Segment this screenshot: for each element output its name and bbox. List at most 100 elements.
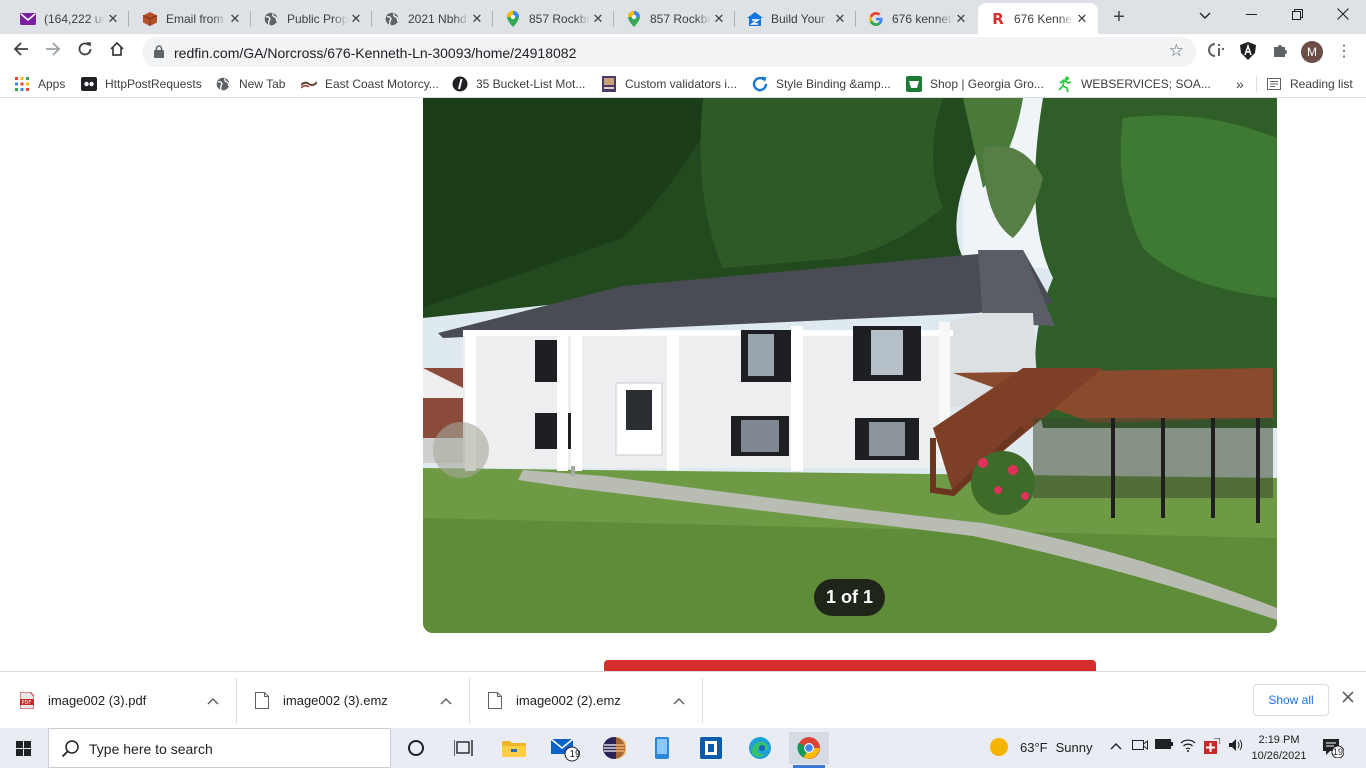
show-hidden-icons-chevron[interactable] [1106,738,1126,753]
bookmarks-overflow-chevron[interactable]: » [1236,75,1244,93]
url-text[interactable]: redfin.com/GA/Norcross/676-Kenneth-Ln-30… [174,45,576,61]
reading-list-button[interactable]: Reading list [1266,75,1353,93]
notification-center-icon[interactable]: 19 [1322,738,1346,760]
home-icon[interactable] [104,39,130,65]
start-button[interactable] [0,728,48,768]
tab-email[interactable]: Email from ✕ [130,3,251,34]
phone-app-icon[interactable] [642,732,682,764]
contact-agent-button[interactable] [604,660,1096,671]
google-icon [868,11,884,27]
close-icon[interactable]: ✕ [953,11,969,27]
windows-logo-icon [16,741,31,756]
meet-now-icon[interactable] [1130,738,1150,755]
mail-badge: 19 [569,749,581,760]
file-explorer-icon[interactable] [494,732,534,764]
pdf-file-icon: PDF [19,691,35,710]
battery-icon[interactable] [1154,738,1174,753]
tab-zillow[interactable]: Build Your ✕ [735,3,856,34]
download-item[interactable]: PDF image002 (3).pdf [0,678,237,723]
tab-public-property[interactable]: Public Property ✕ [251,3,372,34]
mail-app-icon[interactable]: 19 [544,732,584,764]
bookmark-new-tab[interactable]: New Tab [215,75,285,93]
house-photo-image [423,98,1277,633]
tab-strip: (164,222 unread) ✕ Email from ✕ Public P… [0,0,1366,34]
weather-widget[interactable]: 63°F Sunny [990,738,1092,756]
volume-icon[interactable] [1226,738,1246,755]
bookmark-35-bucket-list[interactable]: 35 Bucket-List Mot... [452,75,585,93]
cortana-icon[interactable] [396,732,436,764]
redfin-icon: R [992,9,1004,28]
listing-photo[interactable]: 1 of 1 [423,98,1277,633]
close-icon[interactable]: ✕ [348,11,364,27]
tab-nbhd[interactable]: 2021 Nbhd ✕ [372,3,493,34]
bookmark-east-coast-motorcycle[interactable]: East Coast Motorcy... [301,75,439,93]
bookmark-custom-validators[interactable]: Custom validators i... [601,75,737,93]
tab-gmail[interactable]: (164,222 unread) ✕ [8,3,129,34]
chevron-up-icon[interactable] [672,694,686,708]
chevron-up-icon[interactable] [206,694,220,708]
close-icon[interactable]: ✕ [469,11,485,27]
new-tab-button[interactable]: + [1108,6,1130,28]
chrome-icon[interactable] [789,732,829,768]
task-view-icon[interactable] [444,732,484,764]
http-icon [81,76,97,92]
minimize-icon[interactable] [1228,0,1274,32]
close-icon[interactable]: ✕ [227,11,243,27]
maps-pin-icon [505,10,521,27]
chrome-menu-icon[interactable]: ⋮ [1334,42,1354,62]
bookmark-httppostrequests[interactable]: HttpPostRequests [81,75,202,93]
bookmark-apps[interactable]: Apps [14,75,65,93]
mail-icon [20,11,36,27]
system-clock[interactable]: 2:19 PM 10/26/2021 [1248,732,1310,764]
tab-maps-2[interactable]: 857 Rockbridge ✕ [614,3,735,34]
zillow-icon [747,11,763,27]
close-icon[interactable]: ✕ [711,11,727,27]
antivirus-icon[interactable] [1202,737,1222,757]
globe-icon [263,11,279,27]
tab-google-search[interactable]: 676 kenneth ✕ [856,3,977,34]
reading-list-icon [1266,76,1282,92]
bookmark-star-icon[interactable]: ☆ [1169,41,1184,61]
sun-icon [990,738,1008,756]
lock-icon[interactable] [154,45,164,58]
forward-arrow-icon[interactable] [40,39,66,65]
globe-icon [384,11,400,27]
photo-counter: 1 of 1 [814,579,885,616]
search-icon [61,739,81,759]
tab-search-chevron-icon[interactable] [1182,0,1228,32]
restore-icon[interactable] [1274,0,1320,32]
close-icon[interactable] [1338,689,1358,709]
runner-icon [1057,76,1073,92]
tab-maps-1[interactable]: 857 Rockbridge ✕ [493,3,614,34]
extension-shield-icon[interactable] [1238,42,1258,62]
close-icon[interactable]: ✕ [832,11,848,27]
tab-redfin-active[interactable]: R 676 Kenneth ✕ [978,3,1098,34]
extension-ci-icon[interactable] [1206,42,1226,62]
address-bar[interactable]: redfin.com/GA/Norcross/676-Kenneth-Ln-30… [142,37,1196,67]
bookmark-style-binding[interactable]: Style Binding &amp... [752,75,891,93]
chevron-up-icon[interactable] [439,694,453,708]
close-icon[interactable]: ✕ [1074,11,1090,27]
notification-badge: 19 [1332,747,1343,757]
show-all-downloads-button[interactable]: Show all [1253,684,1329,716]
maps-pin-icon [626,10,642,27]
back-arrow-icon[interactable] [8,39,34,65]
edge-icon[interactable] [740,732,780,764]
book-icon [601,76,617,92]
eclipse-icon[interactable] [594,732,634,764]
bookmark-webservices[interactable]: WEBSERVICES; SOA... [1057,75,1211,93]
wifi-icon[interactable] [1178,738,1198,755]
profile-avatar[interactable]: M [1301,41,1323,63]
taskbar-search-box[interactable]: Type here to search [48,728,391,768]
extensions-puzzle-icon[interactable] [1270,42,1290,62]
powershell-icon[interactable] [691,732,731,764]
close-icon[interactable]: ✕ [105,11,121,27]
close-window-icon[interactable] [1320,0,1366,32]
close-icon[interactable]: ✕ [590,11,606,27]
reload-icon[interactable] [72,39,98,65]
svg-text:PDF: PDF [22,700,32,706]
bookmark-shop-georgia[interactable]: Shop | Georgia Gro... [906,75,1044,93]
mot-icon [452,76,468,92]
download-item[interactable]: image002 (2).emz [470,678,703,723]
download-item[interactable]: image002 (3).emz [237,678,470,723]
